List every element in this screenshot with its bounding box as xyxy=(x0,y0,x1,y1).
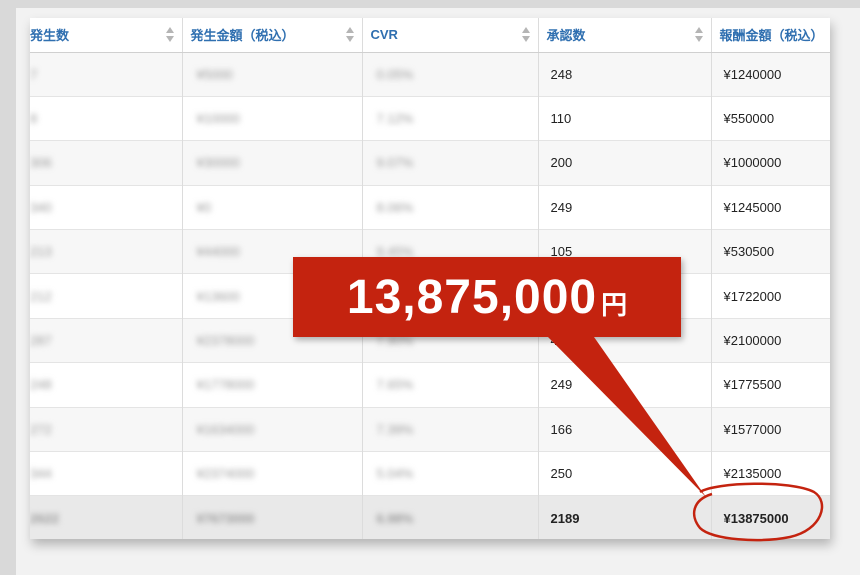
cell-reward: ¥550000 xyxy=(723,111,775,127)
cell-count: 8 xyxy=(30,96,183,141)
cell-approved: 249 xyxy=(538,362,712,408)
cell-count: 344 xyxy=(30,451,183,496)
cell-reward: ¥1000000 xyxy=(723,155,782,171)
cell-count: 248 xyxy=(30,362,183,408)
cell-count: 212 xyxy=(30,273,183,319)
sort-icon[interactable] xyxy=(165,27,174,43)
sort-icon[interactable] xyxy=(345,27,354,43)
cell-count: 213 xyxy=(30,229,183,274)
column-header-cvr[interactable]: CVR xyxy=(362,18,539,53)
total-reward-callout: 13,875,000 円 xyxy=(293,257,681,337)
cell-amount: ¥1778000 xyxy=(182,362,363,408)
cell-approved: 2189 xyxy=(538,495,712,539)
cell-reward: ¥2100000 xyxy=(723,333,782,349)
cell-count: 306 xyxy=(30,140,183,186)
cell-amount: ¥30000 xyxy=(182,140,363,186)
table-row: 8 ¥10000 7.12% 110 ¥550000 xyxy=(30,96,830,141)
cell-reward: ¥1577000 xyxy=(723,421,782,437)
callout-total-number: 13,875,000 xyxy=(346,270,598,324)
cell-count: 7 xyxy=(30,52,183,97)
cell-approved: 166 xyxy=(538,407,712,452)
callout-currency-unit: 円 xyxy=(601,289,628,320)
cell-amount: ¥2374000 xyxy=(182,451,363,496)
cell-approved: 200 xyxy=(538,140,712,186)
table-row: 7 ¥5000 0.05% 248 ¥1240000 xyxy=(30,52,830,97)
cell-amount: ¥1634000 xyxy=(182,407,363,452)
cell-cvr: 0.05% xyxy=(362,52,539,97)
cell-cvr: 7.12% xyxy=(362,96,539,141)
sort-icon[interactable] xyxy=(521,27,530,43)
table-row: 344 ¥2374000 5.04% 250 ¥2135000 xyxy=(30,451,830,496)
table-row: 272 ¥1634000 7.39% 166 ¥1577000 xyxy=(30,407,830,452)
table-row: 340 ¥0 8.06% 249 ¥1245000 xyxy=(30,185,830,230)
cell-reward: ¥13875000 xyxy=(723,510,789,526)
cell-approved: 250 xyxy=(538,451,712,496)
cell-cvr: 6.98% xyxy=(362,495,539,539)
sort-icon[interactable] xyxy=(694,27,703,43)
cell-cvr: 5.04% xyxy=(362,451,539,496)
cell-amount: ¥5000 xyxy=(182,52,363,97)
cell-cvr: 9.07% xyxy=(362,140,539,186)
column-header-amount[interactable]: 発生金額（税込） xyxy=(182,18,363,53)
cell-cvr: 8.06% xyxy=(362,185,539,230)
column-header-reward[interactable]: 報酬金額（税込） xyxy=(711,18,830,53)
cell-amount: ¥0 xyxy=(182,185,363,230)
cell-amount: ¥7673000 xyxy=(182,495,363,539)
cell-count: 340 xyxy=(30,185,183,230)
cell-cvr: 7.65% xyxy=(362,362,539,408)
table-row: 306 ¥30000 9.07% 200 ¥1000000 xyxy=(30,140,830,186)
cell-approved: 249 xyxy=(538,185,712,230)
column-header-approved[interactable]: 承認数 xyxy=(538,18,712,53)
cell-reward: ¥530500 xyxy=(723,244,775,260)
cell-amount: ¥10000 xyxy=(182,96,363,141)
column-header-count[interactable]: 発生数 xyxy=(30,18,183,53)
table-row: 248 ¥1778000 7.65% 249 ¥1775500 xyxy=(30,362,830,408)
cell-reward: ¥1722000 xyxy=(723,288,782,304)
table-total-row: 2622 ¥7673000 6.98% 2189 ¥13875000 xyxy=(30,495,830,539)
cell-count: 272 xyxy=(30,407,183,452)
cell-count: 287 xyxy=(30,318,183,363)
cell-cvr: 7.39% xyxy=(362,407,539,452)
cell-reward: ¥1240000 xyxy=(723,66,782,82)
cell-count: 2622 xyxy=(30,495,183,539)
cell-approved: 248 xyxy=(538,52,712,97)
table-header-row: 発生数 発生金額（税込） CVR 承認数 報酬金額（税込） xyxy=(30,18,830,53)
cell-reward: ¥1775500 xyxy=(723,377,782,393)
cell-approved: 110 xyxy=(538,96,712,141)
cell-reward: ¥2135000 xyxy=(723,466,782,482)
cell-reward: ¥1245000 xyxy=(723,199,782,215)
